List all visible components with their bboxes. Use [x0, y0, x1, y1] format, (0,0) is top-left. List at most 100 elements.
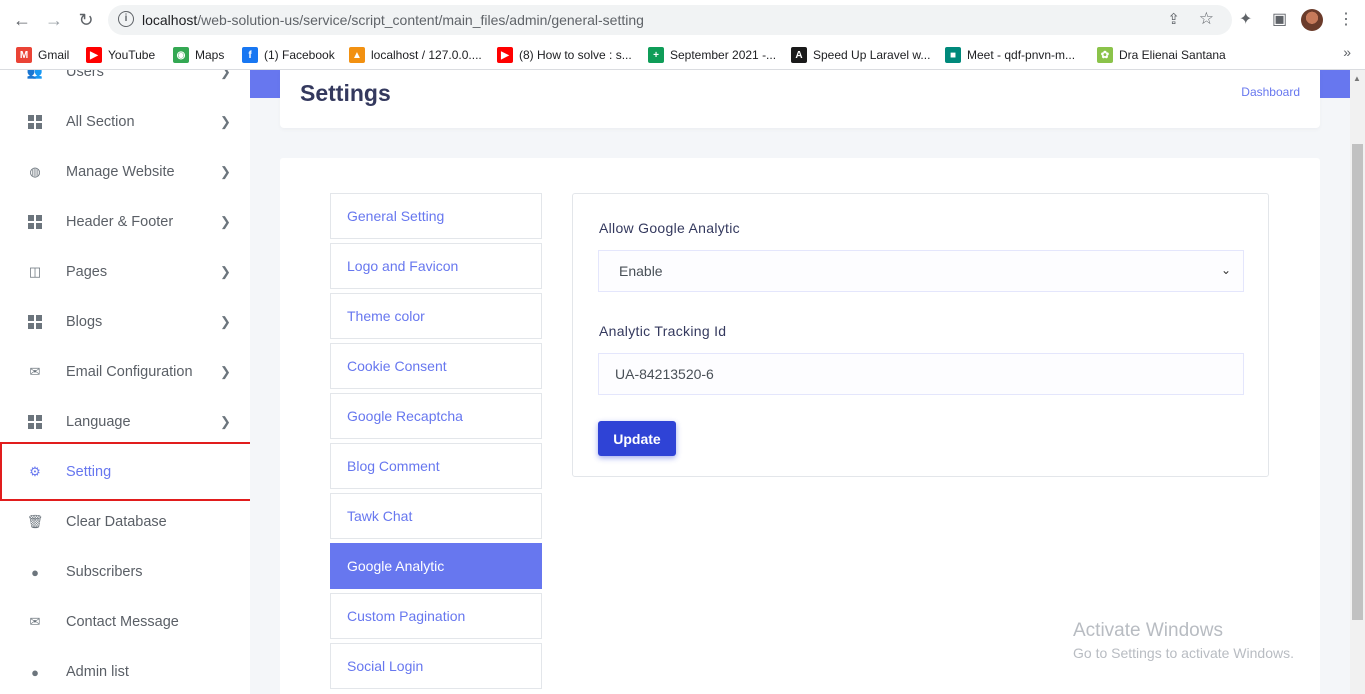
- user-icon: ●: [31, 664, 39, 680]
- sidebar-item-header-footer[interactable]: Header & Footer ❯: [0, 197, 250, 247]
- sidebar-item-clear-database[interactable]: 🗑 Clear Database: [0, 497, 250, 547]
- sidebar-item-label: Language: [66, 414, 131, 430]
- phpmyadmin-icon: ▲: [349, 47, 365, 63]
- sidebar-item-label: Blogs: [66, 314, 103, 330]
- update-button[interactable]: Update: [598, 421, 676, 456]
- meet-icon: ■: [945, 47, 961, 63]
- bookmark-star-icon[interactable]: ☆: [1199, 9, 1214, 29]
- grid-icon: [27, 214, 43, 230]
- forward-icon[interactable]: →: [42, 8, 66, 32]
- bookmark-label: September 2021 -...: [670, 48, 777, 62]
- sidebar-item-label: Manage Website: [66, 164, 175, 180]
- allow-analytic-value: Enable: [619, 263, 663, 279]
- tab-custom-pagination[interactable]: Custom Pagination: [330, 593, 542, 639]
- envelope-icon: ✉: [29, 364, 41, 379]
- chevron-right-icon: ❯: [220, 70, 231, 79]
- facebook-icon: f: [242, 47, 258, 63]
- bookmark-label: Dra Elienai Santana: [1119, 48, 1226, 62]
- breadcrumb-dashboard[interactable]: Dashboard: [1241, 85, 1300, 99]
- sidebar-item-label: Contact Message: [66, 614, 179, 630]
- chevron-right-icon: ❯: [220, 114, 231, 129]
- columns-icon: ◫: [28, 264, 42, 279]
- scroll-up-arrow-icon[interactable]: ▲: [1353, 74, 1361, 83]
- header-accent-band: [1320, 70, 1350, 98]
- sidebar-item-manage-website[interactable]: ◍ Manage Website ❯: [0, 147, 250, 197]
- globe-icon: ◍: [29, 164, 41, 179]
- tab-general-setting[interactable]: General Setting: [330, 193, 542, 239]
- tab-tawk-chat[interactable]: Tawk Chat: [330, 493, 542, 539]
- bookmark-item[interactable]: ◉ Maps: [173, 45, 224, 65]
- tab-cookie-consent[interactable]: Cookie Consent: [330, 343, 542, 389]
- maps-icon: ◉: [173, 47, 189, 63]
- trash-icon: 🗑: [26, 514, 44, 529]
- section-header: Settings Dashboard: [280, 70, 1320, 128]
- sidebar-item-pages[interactable]: ◫ Pages ❯: [0, 247, 250, 297]
- chevron-down-icon: ⌄: [1220, 263, 1231, 277]
- sidebar-item-users[interactable]: 👥 Users ❯: [0, 70, 250, 97]
- bookmark-item[interactable]: ■ Meet - qdf-pnvn-m...: [945, 45, 1075, 65]
- setting-highlight-box: [0, 442, 260, 501]
- bookmark-label: Gmail: [38, 48, 70, 62]
- bookmark-item[interactable]: ✿ Dra Elienai Santana: [1097, 45, 1226, 65]
- sidebar-item-admin-list[interactable]: ● Admin list: [0, 647, 250, 694]
- youtube-icon: ▶: [86, 47, 102, 63]
- bookmark-item[interactable]: M Gmail: [16, 45, 69, 65]
- tracking-id-input[interactable]: UA-84213520-6: [598, 353, 1244, 395]
- sidebar-item-email-configuration[interactable]: ✉ Email Configuration ❯: [0, 347, 250, 397]
- bookmark-item[interactable]: ▶ YouTube: [86, 45, 155, 65]
- scrollbar[interactable]: ▲: [1350, 70, 1365, 694]
- laravel-icon: A: [791, 47, 807, 63]
- sidebar-item-language[interactable]: Language ❯: [0, 397, 250, 447]
- youtube-icon: ▶: [497, 47, 513, 63]
- grid-icon: [27, 414, 43, 430]
- settings-card: General Setting Logo and Favicon Theme col…: [280, 158, 1320, 694]
- chevron-right-icon: ❯: [220, 264, 231, 279]
- extensions-icon[interactable]: ✦: [1239, 9, 1252, 29]
- back-icon[interactable]: ←: [10, 8, 34, 32]
- sidebar-item-contact-message[interactable]: ✉ Contact Message: [0, 597, 250, 647]
- profile-avatar[interactable]: [1301, 9, 1323, 31]
- chevron-right-icon: ❯: [220, 364, 231, 379]
- allow-analytic-select[interactable]: Enable ⌄: [598, 250, 1244, 292]
- chevron-right-icon: ❯: [220, 164, 231, 179]
- sheets-icon: +: [648, 47, 664, 63]
- share-icon[interactable]: ⇪: [1167, 10, 1180, 28]
- sidebar-item-subscribers[interactable]: ● Subscribers: [0, 547, 250, 597]
- bookmarks-bar: M Gmail ▶ YouTube ◉ Maps f (1) Facebook ▲ localho…: [0, 40, 1365, 70]
- tracking-id-label: Analytic Tracking Id: [599, 323, 727, 339]
- tab-logo-and-favicon[interactable]: Logo and Favicon: [330, 243, 542, 289]
- sidebar-item-label: Header & Footer: [66, 214, 174, 230]
- tab-theme-color[interactable]: Theme color: [330, 293, 542, 339]
- bookmark-item[interactable]: A Speed Up Laravel w...: [791, 45, 930, 65]
- bookmark-label: Meet - qdf-pnvn-m...: [967, 48, 1076, 62]
- chevron-right-icon: ❯: [220, 414, 231, 429]
- bookmark-item[interactable]: ▶ (8) How to solve : s...: [497, 45, 632, 65]
- sidebar-item-label: All Section: [66, 114, 135, 130]
- tab-google-recaptcha[interactable]: Google Recaptcha: [330, 393, 542, 439]
- sidebar-item-all-section[interactable]: All Section ❯: [0, 97, 250, 147]
- sidebar-item-label: Users: [66, 70, 104, 80]
- bookmark-item[interactable]: f (1) Facebook: [242, 45, 335, 65]
- tab-social-login[interactable]: Social Login: [330, 643, 542, 689]
- browser-toolbar: ← → ↻ i localhost/web-solution-us/servic…: [0, 0, 1365, 40]
- tab-google-analytic[interactable]: Google Analytic: [330, 543, 542, 589]
- bookmark-label: localhost / 127.0.0....: [371, 48, 482, 62]
- sidebar-item-label: Subscribers: [66, 564, 143, 580]
- page-title: Settings: [300, 80, 391, 106]
- menu-kebab-icon[interactable]: ⋮: [1338, 9, 1354, 29]
- sidebar-item-label: Clear Database: [66, 514, 167, 530]
- site-info-icon[interactable]: i: [118, 11, 134, 27]
- tab-blog-comment[interactable]: Blog Comment: [330, 443, 542, 489]
- side-panel-icon[interactable]: ▣: [1272, 9, 1287, 29]
- bookmark-item[interactable]: ▲ localhost / 127.0.0....: [349, 45, 482, 65]
- bookmark-item[interactable]: + September 2021 -...: [648, 45, 776, 65]
- address-bar[interactable]: i localhost/web-solution-us/service/scri…: [108, 5, 1232, 35]
- scroll-thumb[interactable]: [1352, 144, 1363, 620]
- bookmarks-more-icon[interactable]: »: [1343, 44, 1351, 60]
- main-content: Settings Dashboard General Setting Logo a…: [250, 70, 1350, 694]
- sidebar-item-blogs[interactable]: Blogs ❯: [0, 297, 250, 347]
- reload-icon[interactable]: ↻: [74, 8, 98, 32]
- grid-icon: [27, 314, 43, 330]
- sidebar: 👥 Users ❯ All Section ❯ ◍ Manage Website ❯ Heade…: [0, 70, 250, 694]
- fire-icon: ●: [31, 564, 39, 580]
